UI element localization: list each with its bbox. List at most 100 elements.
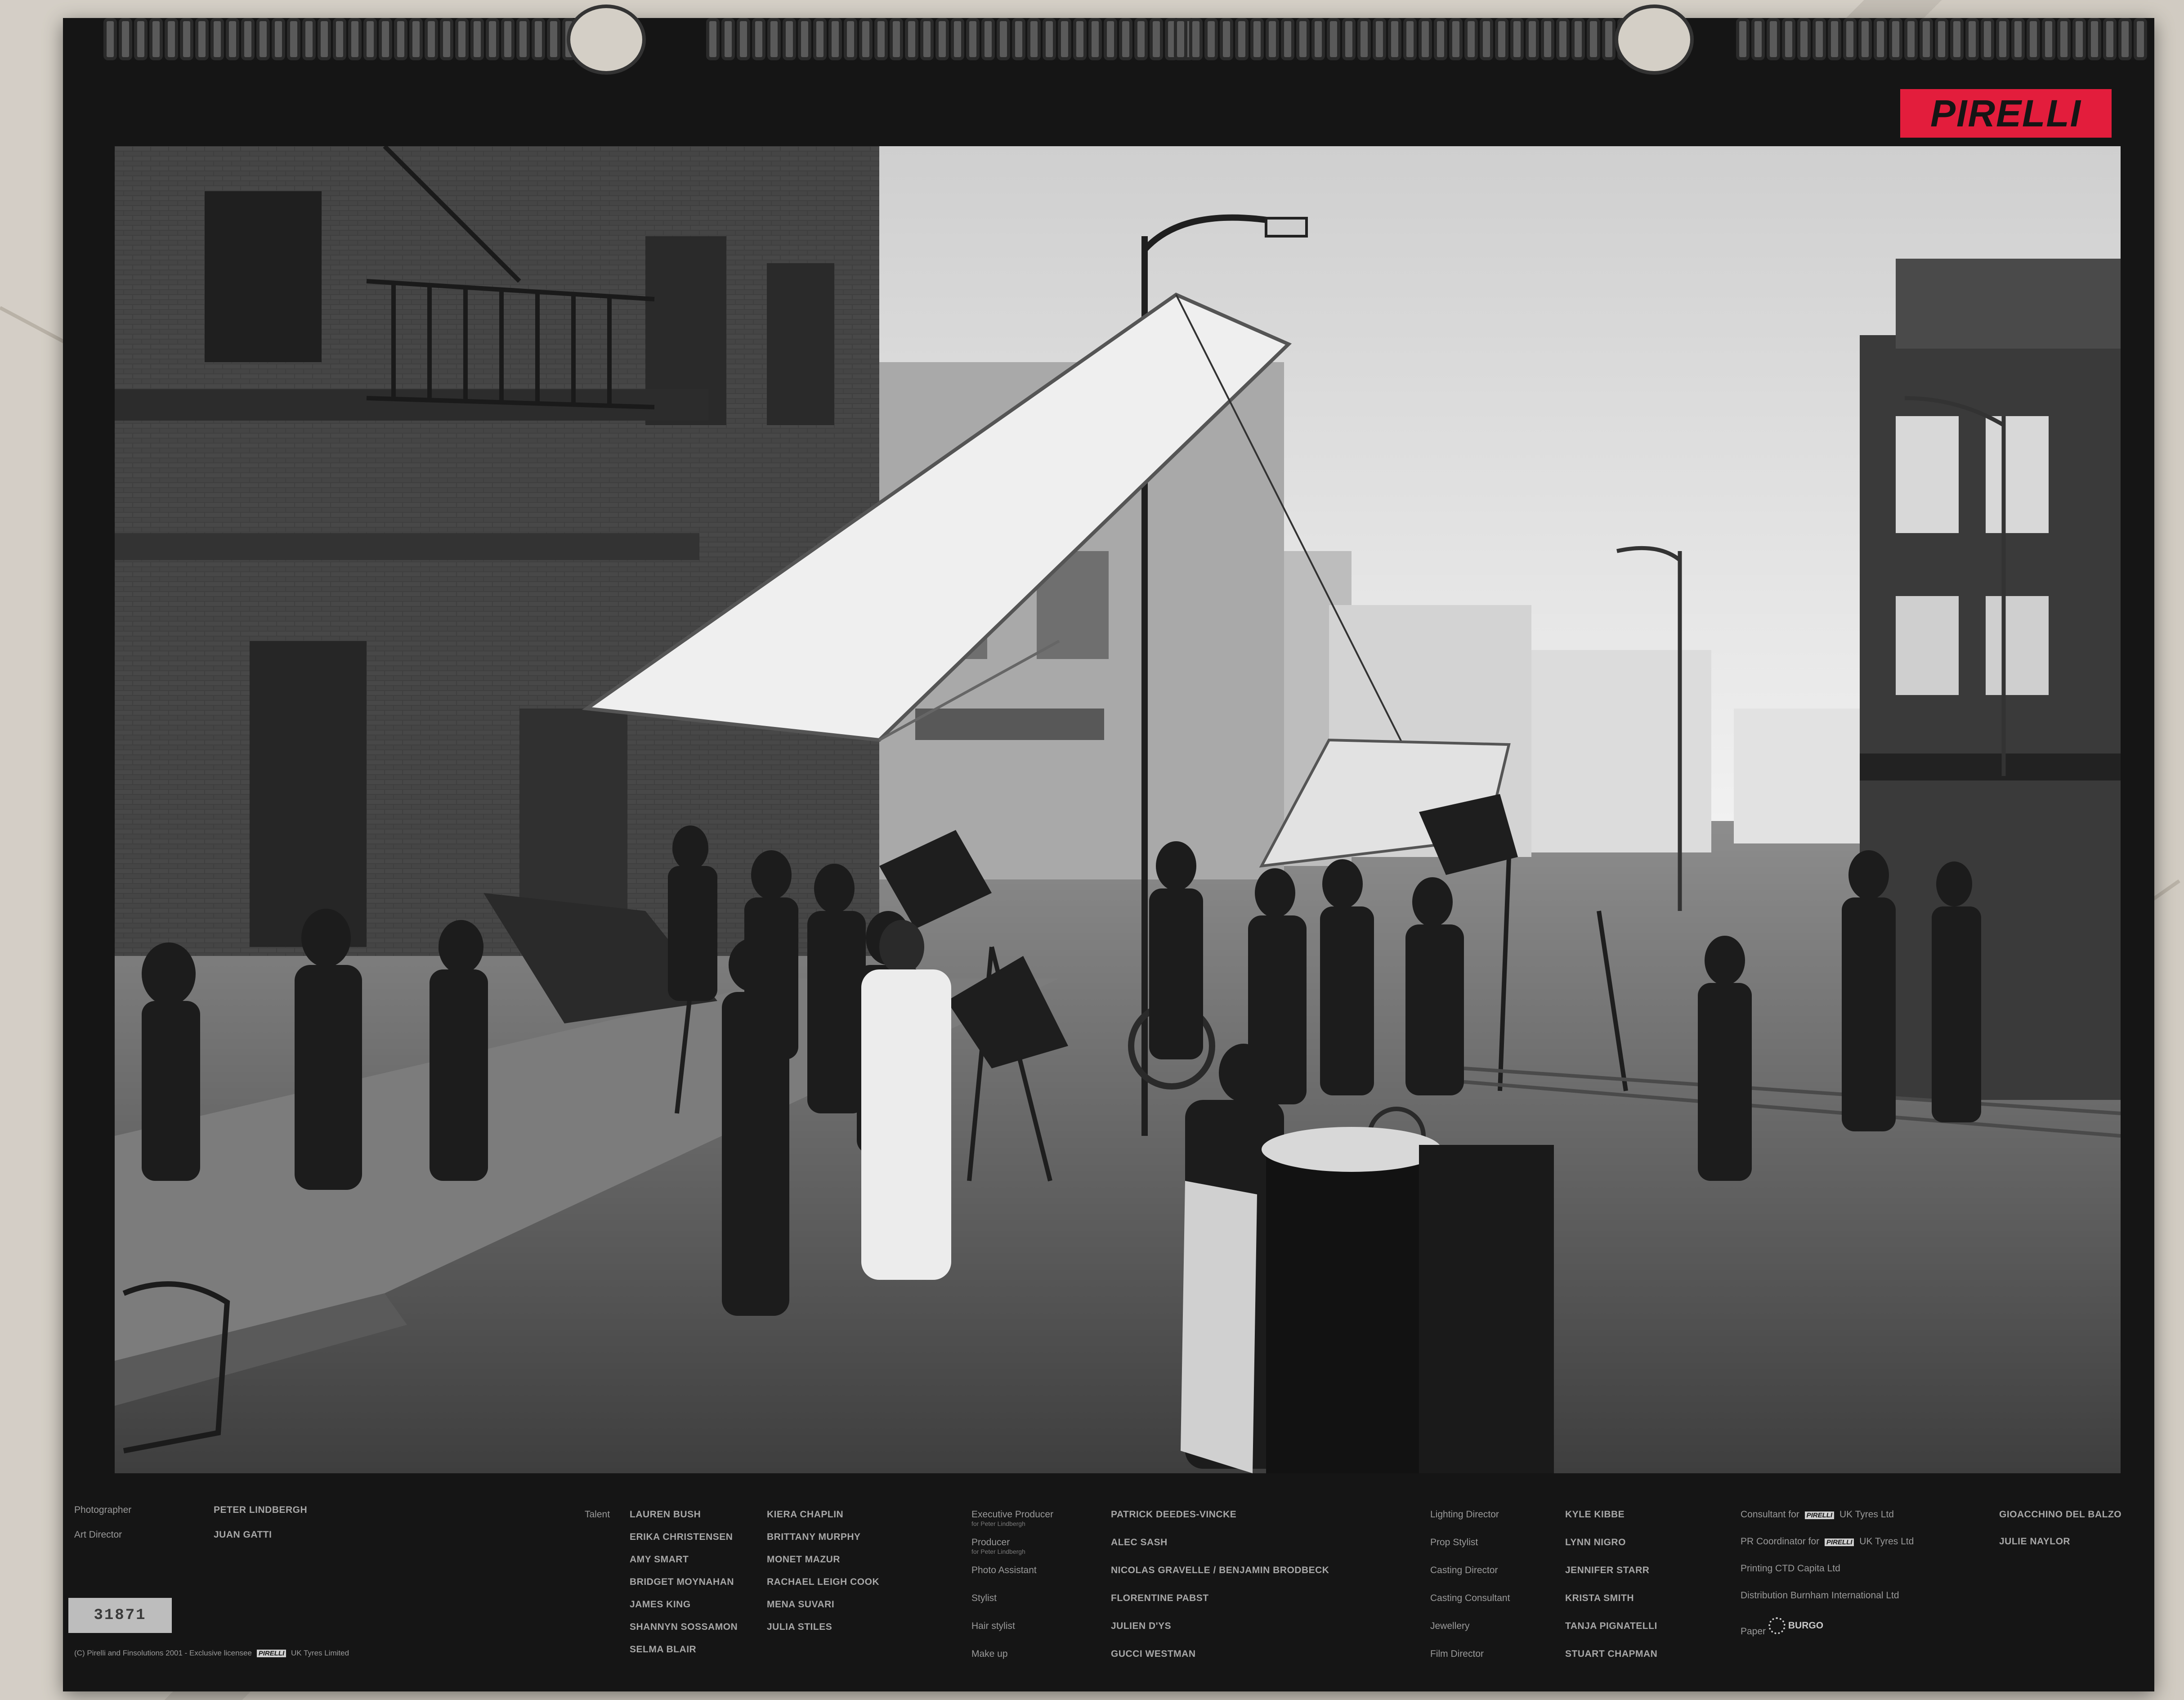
spiral-ring [1434, 18, 1447, 60]
credits-section: Photographer PETER LINDBERGH Art Directo… [63, 1485, 2154, 1673]
spiral-ring [1357, 18, 1371, 60]
spiral-ring [1134, 18, 1148, 60]
spiral-ring [1150, 18, 1163, 60]
spiral-ring [516, 18, 530, 60]
spiral-ring [2011, 18, 2025, 60]
talent-name: ERIKA CHRISTENSEN [630, 1532, 733, 1542]
spiral-ring [1571, 18, 1585, 60]
spiral-ring [348, 18, 362, 60]
spiral-ring [1541, 18, 1554, 60]
spiral-ring [2088, 18, 2101, 60]
spiral-ring [1281, 18, 1294, 60]
spiral-ring [363, 18, 377, 60]
consultant-name: GIOACCHINO DEL BALZO [1999, 1509, 2122, 1520]
spiral-ring [874, 18, 888, 60]
spiral-ring [149, 18, 163, 60]
spiral-ring [1480, 18, 1493, 60]
spiral-ring [2042, 18, 2055, 60]
spiral-ring [1296, 18, 1310, 60]
spiral-binding-far-right [1736, 18, 2147, 60]
spiral-ring [333, 18, 346, 60]
spiral-ring [532, 18, 545, 60]
spiral-ring [1495, 18, 1508, 60]
talent-name: MENA SUVARI [767, 1599, 835, 1610]
talent-name: SHANNYN SOSSAMON [630, 1622, 738, 1632]
crew-person-name: KYLE KIBBE [1565, 1509, 1625, 1520]
consultant-line: Consultant for PIRELLI UK Tyres Ltd [1741, 1509, 1894, 1520]
art-director-name: JUAN GATTI [214, 1530, 272, 1540]
production-person-name: ALEC SASH [1111, 1537, 1168, 1547]
spiral-ring [1373, 18, 1386, 60]
spiral-ring [134, 18, 148, 60]
spiral-ring [737, 18, 750, 60]
spiral-ring [103, 18, 117, 60]
consultant-prefix: Consultant for [1741, 1509, 1799, 1520]
hanger-hole-left [567, 4, 646, 75]
spiral-ring [1189, 18, 1203, 60]
talent-name: LAUREN BUSH [630, 1509, 701, 1520]
spiral-ring [966, 18, 980, 60]
crew-person-name: STUART CHAPMAN [1565, 1649, 1658, 1659]
crew-role-label: Jewellery [1430, 1621, 1470, 1631]
spiral-ring [1602, 18, 1616, 60]
spiral-ring [287, 18, 300, 60]
pr-prefix: PR Coordinator for [1741, 1536, 1820, 1547]
spiral-ring [165, 18, 178, 60]
calendar-page: PIRELLI Photographer PETER LINDBERGH Art… [63, 4, 2154, 1691]
copyright-suffix: UK Tyres Limited [291, 1649, 349, 1657]
production-person-name: NICOLAS GRAVELLE / BENJAMIN BRODBECK [1111, 1565, 1329, 1575]
production-person-name: PATRICK DEEDES-VINCKE [1111, 1509, 1237, 1520]
spiral-ring [1587, 18, 1600, 60]
production-role-label: Photo Assistant [971, 1565, 1037, 1575]
crew-role-label: Casting Director [1430, 1565, 1498, 1575]
crew-person-name: TANJA PIGNATELLI [1565, 1621, 1657, 1631]
spiral-ring [890, 18, 903, 60]
production-role-label: Producer [971, 1537, 1010, 1547]
spiral-ring [241, 18, 255, 60]
talent-name: BRIDGET MOYNAHAN [630, 1577, 734, 1587]
paper-line: Paper BURGO [1741, 1617, 1823, 1637]
production-role-sub: for Peter Lindbergh [971, 1520, 1025, 1527]
spiral-ring [1235, 18, 1249, 60]
spiral-ring [1419, 18, 1432, 60]
spiral-ring [951, 18, 964, 60]
pirelli-mini-logo: PIRELLI [256, 1650, 286, 1657]
spiral-ring [195, 18, 209, 60]
spiral-ring [1767, 18, 1780, 60]
spiral-ring [1220, 18, 1233, 60]
spiral-ring [1388, 18, 1401, 60]
spiral-ring [1935, 18, 1948, 60]
spiral-ring [752, 18, 765, 60]
burgo-text: BURGO [1788, 1620, 1824, 1631]
crew-role-label: Casting Consultant [1430, 1593, 1510, 1603]
spiral-ring [798, 18, 811, 60]
paper-label: Paper [1741, 1626, 1766, 1637]
copyright-line: (C) Pirelli and Finsolutions 2001 - Excl… [74, 1649, 349, 1658]
spiral-ring [1058, 18, 1071, 60]
spiral-ring [394, 18, 407, 60]
spiral-ring [547, 18, 560, 60]
film-set-photograph [115, 146, 2121, 1473]
spiral-ring [2134, 18, 2147, 60]
crew-role-label: Lighting Director [1430, 1509, 1499, 1520]
production-role-label: Hair stylist [971, 1621, 1015, 1631]
talent-name: SELMA BLAIR [630, 1644, 697, 1655]
spiral-ring [783, 18, 796, 60]
distribution-line: Distribution Burnham International Ltd [1741, 1590, 1899, 1601]
spiral-ring [1327, 18, 1340, 60]
spiral-ring [1204, 18, 1218, 60]
talent-name: AMY SMART [630, 1554, 689, 1565]
spiral-ring [180, 18, 193, 60]
production-role-label: Make up [971, 1649, 1008, 1659]
spiral-ring [1965, 18, 1979, 60]
spiral-ring [302, 18, 316, 60]
spiral-ring [1088, 18, 1102, 60]
production-person-name: GUCCI WESTMAN [1111, 1649, 1196, 1659]
spiral-ring [905, 18, 918, 60]
talent-name: JAMES KING [630, 1599, 691, 1610]
spiral-ring [1342, 18, 1356, 60]
spiral-ring [1736, 18, 1750, 60]
copyright-prefix: (C) Pirelli and Finsolutions 2001 - Excl… [74, 1649, 252, 1657]
talent-name: RACHAEL LEIGH COOK [767, 1577, 880, 1587]
spiral-ring [844, 18, 857, 60]
